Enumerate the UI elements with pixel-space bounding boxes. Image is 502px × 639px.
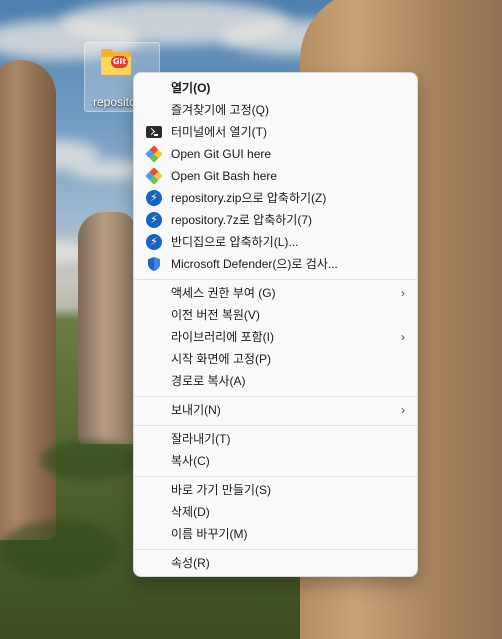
menu-separator bbox=[134, 279, 417, 280]
menu-item-shortcut[interactable]: 바로 가기 만들기(S) bbox=[138, 479, 415, 501]
menu-separator bbox=[134, 476, 417, 477]
menu-item-git-bash[interactable]: Open Git Bash here bbox=[138, 165, 415, 187]
menu-item-label: 삭제(D) bbox=[171, 505, 210, 519]
context-menu: 열기(O) 즐겨찾기에 고정(Q) 터미널에서 열기(T) Open Git G… bbox=[133, 72, 418, 577]
menu-item-defender[interactable]: Microsoft Defender(으)로 검사... bbox=[138, 253, 415, 275]
terminal-icon bbox=[146, 126, 162, 138]
menu-separator bbox=[134, 396, 417, 397]
menu-item-open[interactable]: 열기(O) bbox=[138, 77, 415, 99]
shield-icon bbox=[146, 256, 162, 272]
bandizip-icon: ⚡ bbox=[146, 212, 162, 228]
git-icon bbox=[145, 145, 163, 163]
menu-item-label: 보내기(N) bbox=[171, 403, 221, 417]
menu-separator bbox=[134, 549, 417, 550]
menu-item-label: 액세스 권한 부여 (G) bbox=[171, 286, 276, 300]
git-icon bbox=[145, 167, 163, 185]
menu-item-copy-path[interactable]: 경로로 복사(A) bbox=[138, 370, 415, 392]
menu-item-label: Open Git Bash here bbox=[171, 169, 278, 183]
menu-item-zip[interactable]: ⚡ repository.zip으로 압축하기(Z) bbox=[138, 187, 415, 209]
menu-item-label: 라이브러리에 포함(I) bbox=[171, 330, 274, 344]
chevron-right-icon: › bbox=[401, 286, 405, 300]
standing-stone-middle bbox=[78, 212, 136, 444]
bandizip-icon: ⚡ bbox=[146, 190, 162, 206]
menu-item-open-terminal[interactable]: 터미널에서 열기(T) bbox=[138, 121, 415, 143]
menu-item-label: 시작 화면에 고정(P) bbox=[171, 352, 271, 366]
menu-item-delete[interactable]: 삭제(D) bbox=[138, 501, 415, 523]
menu-item-pin-start[interactable]: 시작 화면에 고정(P) bbox=[138, 348, 415, 370]
menu-item-git-gui[interactable]: Open Git GUI here bbox=[138, 143, 415, 165]
menu-item-label: Microsoft Defender(으)로 검사... bbox=[171, 257, 338, 271]
menu-item-label: Open Git GUI here bbox=[171, 147, 272, 161]
menu-item-label: 즐겨찾기에 고정(Q) bbox=[171, 103, 269, 117]
menu-item-label: 잘라내기(T) bbox=[171, 432, 231, 446]
menu-item-rename[interactable]: 이름 바꾸기(M) bbox=[138, 523, 415, 545]
menu-item-send-to[interactable]: 보내기(N) › bbox=[138, 399, 415, 421]
menu-item-label: 열기(O) bbox=[171, 81, 211, 95]
git-badge-icon: Git bbox=[111, 56, 128, 68]
menu-item-library[interactable]: 라이브러리에 포함(I) › bbox=[138, 326, 415, 348]
menu-item-cut[interactable]: 잘라내기(T) bbox=[138, 428, 415, 450]
menu-item-bandizip[interactable]: ⚡ 반디집으로 압축하기(L)... bbox=[138, 231, 415, 253]
menu-item-properties[interactable]: 속성(R) bbox=[138, 552, 415, 574]
menu-item-label: 터미널에서 열기(T) bbox=[171, 125, 267, 139]
menu-item-label: 속성(R) bbox=[171, 556, 210, 570]
menu-item-label: repository.zip으로 압축하기(Z) bbox=[171, 191, 327, 205]
bandizip-icon: ⚡ bbox=[146, 234, 162, 250]
menu-item-label: 반디집으로 압축하기(L)... bbox=[171, 235, 299, 249]
menu-item-pin-quick-access[interactable]: 즐겨찾기에 고정(Q) bbox=[138, 99, 415, 121]
menu-item-label: 이름 바꾸기(M) bbox=[171, 527, 248, 541]
menu-item-label: repository.7z로 압축하기(7) bbox=[171, 213, 313, 227]
chevron-right-icon: › bbox=[401, 403, 405, 417]
desktop-folder-label: reposito bbox=[93, 95, 136, 109]
folder-icon: Git bbox=[101, 49, 131, 75]
menu-item-label: 복사(C) bbox=[171, 454, 210, 468]
menu-item-access[interactable]: 액세스 권한 부여 (G) › bbox=[138, 282, 415, 304]
chevron-right-icon: › bbox=[401, 330, 405, 344]
menu-item-copy[interactable]: 복사(C) bbox=[138, 450, 415, 472]
menu-item-restore[interactable]: 이전 버전 복원(V) bbox=[138, 304, 415, 326]
menu-separator bbox=[134, 425, 417, 426]
menu-item-label: 이전 버전 복원(V) bbox=[171, 308, 260, 322]
menu-item-label: 경로로 복사(A) bbox=[171, 374, 246, 388]
menu-item-label: 바로 가기 만들기(S) bbox=[171, 483, 271, 497]
menu-item-7z[interactable]: ⚡ repository.7z로 압축하기(7) bbox=[138, 209, 415, 231]
